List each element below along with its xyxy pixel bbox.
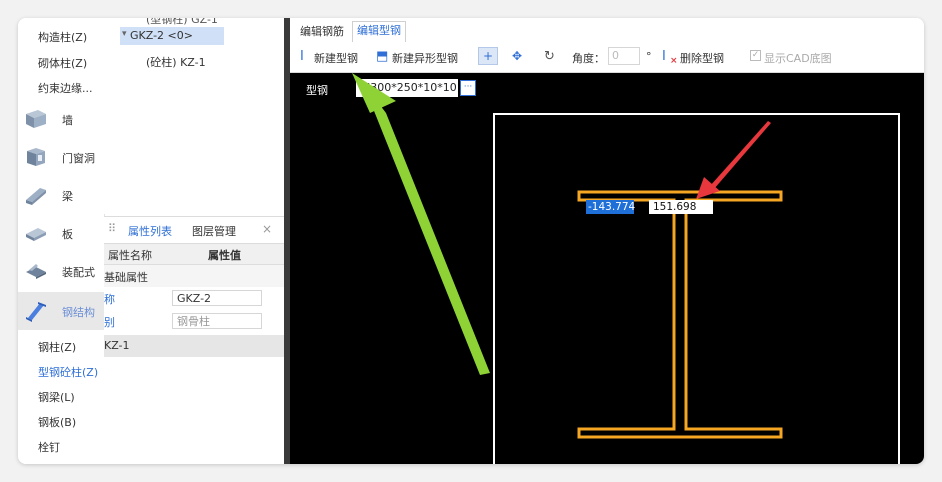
sub-item-steel-plate[interactable]: 钢板(B) [38, 414, 76, 430]
angle-input[interactable]: 0 [608, 47, 640, 65]
category-prefab[interactable]: 装配式 [18, 252, 104, 290]
angle-label: 角度： [572, 52, 605, 65]
sub-item-steel-concrete-column[interactable]: 型钢砼柱(Z) [38, 364, 98, 380]
category-label: 墙 [62, 114, 73, 127]
coordinate-y-input[interactable]: 151.698 [649, 200, 713, 214]
tab-property-list[interactable]: 属性列表 [128, 223, 172, 239]
properties-tabs: ⠿ 属性列表 图层管理 × [104, 217, 284, 244]
property-row-selected: KZ-1 [104, 335, 284, 357]
close-icon[interactable]: × [262, 222, 272, 236]
column-header-value: 属性值 [208, 249, 241, 262]
category-label: 门窗洞 [62, 152, 95, 165]
editor-toolbar: Ⅰ 新建型钢 ⬒ 新建异形型钢 + ✥ ↻ 角度： 0 ° Ⅰ × 删除型钢 ✓… [290, 42, 924, 73]
tab-layer-management[interactable]: 图层管理 [192, 223, 236, 239]
delete-steel-button[interactable]: 删除型钢 [680, 50, 724, 66]
property-name: 称 [104, 293, 115, 306]
column-outline [493, 113, 900, 464]
category-label: 钢结构 [62, 306, 95, 319]
category-wall[interactable]: 墙 [18, 100, 104, 138]
snap-point-icon[interactable]: + [478, 47, 498, 65]
category-door-window[interactable]: 门窗洞 [18, 138, 104, 176]
sub-item-steel-column[interactable]: 钢柱(Z) [38, 339, 76, 355]
steel-structure-icon [26, 302, 46, 322]
sub-item-stud[interactable]: 栓钉 [38, 439, 60, 455]
rotate-icon[interactable]: ↻ [544, 49, 555, 64]
properties-header: 属性名称 属性值 [104, 244, 284, 265]
delete-mark-icon: × [670, 56, 678, 66]
category-label: 装配式 [62, 266, 95, 279]
tab-edit-steel[interactable]: 编辑型钢 [352, 21, 406, 43]
property-name: 别 [104, 316, 115, 329]
beam-icon [26, 188, 46, 205]
wall-icon [26, 110, 46, 128]
drag-handle-icon[interactable]: ⠿ [108, 222, 116, 235]
component-category-panel: 构造柱(Z) 砌体柱(Z) 约束边缘... 墙 门窗洞 梁 板 装配式 钢结构 … [18, 18, 105, 464]
property-value-name[interactable]: GKZ-2 [172, 290, 262, 306]
tree-item-cut[interactable]: (型钢柱) GZ-1 [146, 18, 218, 27]
tab-edit-rebar[interactable]: 编辑钢筋 [300, 23, 344, 39]
category-label: 梁 [62, 190, 73, 203]
category-slab[interactable]: 板 [18, 214, 104, 252]
category-item-masonry-column[interactable]: 砌体柱(Z) [38, 55, 87, 71]
steel-editor: 编辑钢筋 编辑型钢 Ⅰ 新建型钢 ⬒ 新建异形型钢 + ✥ ↻ 角度： 0 ° … [290, 18, 924, 464]
drawing-canvas[interactable]: 型钢 H300*250*10*10 ··· -143.774 151.698 [290, 73, 924, 464]
chevron-down-icon[interactable]: ▾ [122, 29, 127, 39]
property-value-type[interactable]: 钢骨柱 [172, 313, 262, 329]
green-arrowhead [352, 73, 396, 113]
new-steel-button[interactable]: 新建型钢 [314, 50, 358, 66]
move-icon[interactable]: ✥ [512, 49, 522, 63]
property-row: 称 GKZ-2 [104, 287, 284, 309]
properties-panel: ⠿ 属性列表 图层管理 × 属性名称 属性值 基础属性 称 GKZ-2 别 钢骨… [104, 216, 284, 464]
delete-steel-icon: Ⅰ [662, 49, 666, 64]
show-cad-label: 显示CAD底图 [764, 52, 832, 65]
new-special-steel-button[interactable]: 新建异形型钢 [392, 50, 458, 66]
section-row: 基础属性 [104, 265, 284, 287]
red-arrow-annotation [710, 121, 771, 189]
property-footer[interactable]: KZ-1 [104, 339, 130, 352]
h-steel-outline [577, 190, 783, 439]
component-tree: (型钢柱) GZ-1 ▾ GKZ-2 <0> (砼柱) KZ-1 [104, 18, 284, 214]
app-window: 构造柱(Z) 砌体柱(Z) 约束边缘... 墙 门窗洞 梁 板 装配式 钢结构 … [18, 18, 924, 464]
degree-symbol: ° [646, 50, 652, 63]
column-header-name: 属性名称 [108, 249, 152, 262]
category-item-constraint-edge[interactable]: 约束边缘... [38, 80, 93, 96]
slab-icon [26, 228, 46, 241]
door-window-icon [27, 148, 45, 166]
sub-item-steel-beam[interactable]: 钢梁(L) [38, 389, 75, 405]
new-special-steel-icon: ⬒ [376, 49, 389, 64]
category-item-construction-column[interactable]: 构造柱(Z) [38, 29, 87, 45]
show-cad-checkbox[interactable]: ✓ [750, 50, 761, 61]
steel-section-drawing [352, 73, 900, 464]
editor-tabs: 编辑钢筋 编辑型钢 [290, 18, 924, 43]
new-steel-icon: Ⅰ [300, 49, 304, 64]
category-steel-structure[interactable]: 钢结构 [18, 292, 104, 330]
coordinate-x-input[interactable]: -143.774 [586, 200, 635, 214]
tree-node-gkz2[interactable]: GKZ-2 <0> [130, 29, 193, 42]
tree-node-kz1[interactable]: (砼柱) KZ-1 [146, 54, 206, 70]
green-arrow-annotation [362, 81, 490, 375]
prefab-icon [26, 264, 46, 279]
section-label: 基础属性 [104, 271, 148, 284]
category-label: 板 [62, 228, 73, 241]
category-beam[interactable]: 梁 [18, 176, 104, 214]
property-row: 别 钢骨柱 [104, 310, 284, 332]
